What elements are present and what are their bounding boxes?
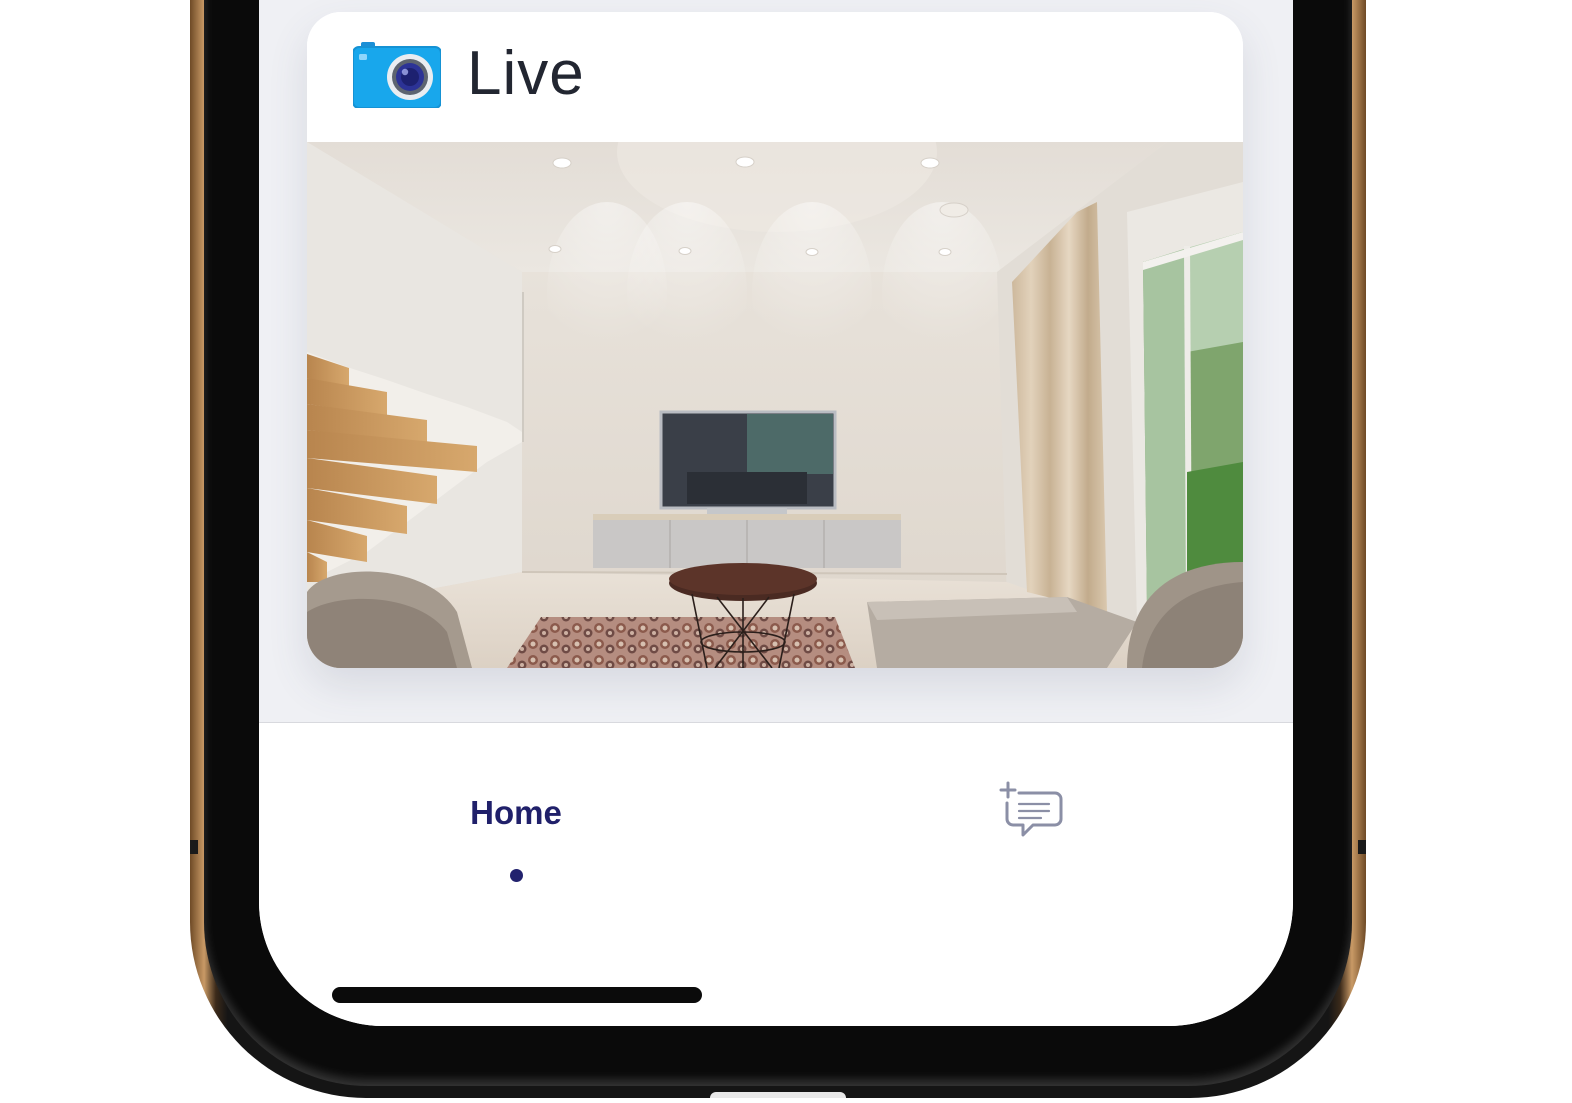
camera-icon [353,42,441,108]
live-card-title: Live [467,39,585,108]
main-content: Live [259,0,1293,723]
live-card-header: Live [307,12,1243,142]
bottom-tab-bar: Home [259,723,1293,1026]
live-camera-card[interactable]: Live [307,12,1243,668]
tab-home-label: Home [470,794,562,831]
phone-side-notch [190,840,198,854]
tab-home[interactable]: Home [439,787,593,897]
active-tab-indicator [510,869,523,882]
add-comment-icon[interactable] [999,781,1065,843]
app-screenshot: Live Home [0,0,1572,1103]
phone-screen: Live Home [259,0,1293,1026]
home-indicator-bar[interactable] [332,987,702,1003]
living-room-image [307,142,1243,668]
phone-side-notch [1358,840,1366,854]
phone-bottom-edge [710,1092,846,1098]
live-camera-feed[interactable] [307,142,1243,668]
